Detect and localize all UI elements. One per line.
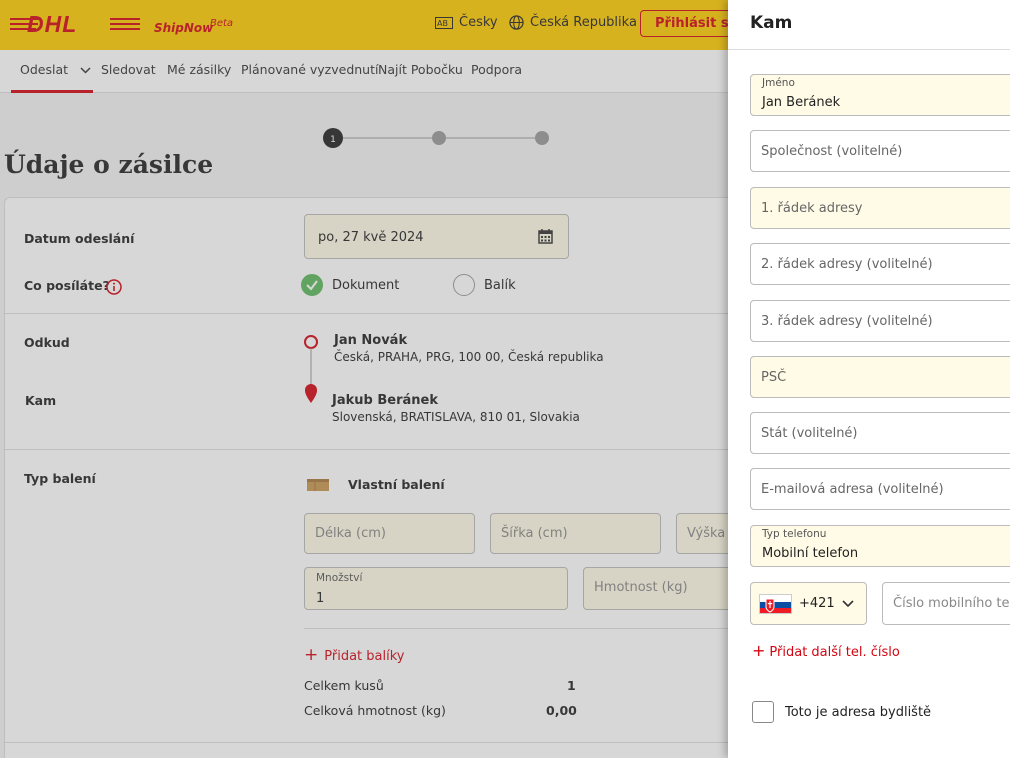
chevron-down-icon bbox=[842, 599, 854, 607]
country-code-value: +421 bbox=[799, 596, 835, 611]
name-input-value: Jan Beránek bbox=[762, 95, 841, 110]
postal-code-input[interactable]: PSČ bbox=[750, 356, 1010, 398]
address-line-2-input[interactable]: 2. řádek adresy (volitelné) bbox=[750, 243, 1010, 285]
modal-overlay[interactable] bbox=[0, 0, 728, 758]
state-input[interactable]: Stát (volitelné) bbox=[750, 412, 1010, 454]
name-input-label: Jméno bbox=[762, 77, 795, 89]
plus-icon: + bbox=[752, 641, 766, 660]
country-code-select[interactable]: +421 bbox=[750, 582, 867, 625]
residence-checkbox[interactable] bbox=[752, 701, 774, 723]
address-line-3-input[interactable]: 3. řádek adresy (volitelné) bbox=[750, 300, 1010, 342]
email-input[interactable]: E-mailová adresa (volitelné) bbox=[750, 468, 1010, 510]
add-phone-link[interactable]: + Přidat další tel. číslo bbox=[752, 641, 900, 660]
company-input[interactable]: Společnost (volitelné) bbox=[750, 130, 1010, 172]
phone-type-select[interactable]: Typ telefonu Mobilní telefon bbox=[750, 525, 1010, 567]
slovakia-flag-icon bbox=[759, 593, 792, 614]
name-input[interactable]: Jméno Jan Beránek bbox=[750, 74, 1010, 116]
phone-type-label: Typ telefonu bbox=[762, 528, 827, 540]
add-phone-label: Přidat další tel. číslo bbox=[769, 645, 900, 660]
address-line-1-input[interactable]: 1. řádek adresy bbox=[750, 187, 1010, 229]
residence-checkbox-label: Toto je adresa bydliště bbox=[785, 705, 932, 720]
panel-divider bbox=[728, 49, 1010, 50]
phone-number-input[interactable]: Číslo mobilního telefonu bbox=[882, 582, 1010, 625]
panel-title: Kam bbox=[750, 13, 793, 33]
phone-type-value: Mobilní telefon bbox=[762, 546, 859, 561]
